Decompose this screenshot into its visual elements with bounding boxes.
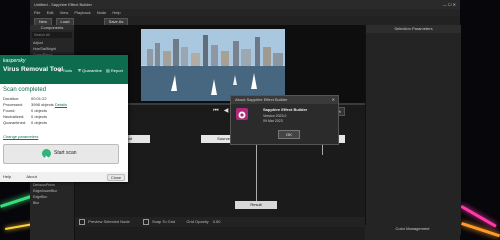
preview-checkbox[interactable] [79,218,85,225]
menu-edit[interactable]: Edit [47,10,54,15]
stat-label: Quarantined: [3,120,27,125]
scan-status: Scan completed [3,87,47,93]
scan-stats: Duration: 00:01:22 Processed: 3998 objects… [3,96,113,126]
tree-item[interactable]: Blur [30,200,74,206]
color-management-panel: Color Management [365,225,460,240]
menu-help[interactable]: Help [112,10,120,15]
title-bar: Untitled - Sapphire Effect Builder — ☐ ✕ [30,0,460,9]
about-dialog-titlebar: About Sapphire Effect Builder ✕ [231,96,338,104]
opacity-label: Grid Opacity [186,219,209,224]
about-product-name: Sapphire Effect Builder [263,107,308,112]
kaspersky-header: kaspersky Virus Removal Tool ⚙ Tools ⛨ Q… [0,55,128,84]
about-dialog: About Sapphire Effect Builder ✕ Sapphire… [230,95,339,145]
sapphire-logo-icon [236,108,248,120]
about-link[interactable]: About [26,174,36,179]
menu-view[interactable]: View [60,10,69,15]
tab-tools[interactable]: ⚙ Tools [58,68,72,73]
about-date: 09 Mar 2023 [263,119,283,123]
preview-image [141,29,285,101]
menu-bar: File Edit View Playback Node Help [30,9,460,16]
kaspersky-footer: Help About Close [0,172,128,182]
help-link[interactable]: Help [3,174,11,179]
snap-label: Snap To Grid [151,219,176,224]
stat-value: 0 objects [31,114,48,119]
close-button[interactable]: Close [107,174,125,181]
tab-report[interactable]: ▤ Report [106,68,123,73]
window-title: Untitled - Sapphire Effect Builder [34,2,92,7]
stat-value: 0 objects [31,108,48,113]
menu-playback[interactable]: Playback [74,10,90,15]
start-scan-button[interactable]: Start scan [3,144,119,164]
node-connector [256,143,257,201]
menu-file[interactable]: File [34,10,40,15]
tab-quarantine[interactable]: ⛨ Quarantine [78,68,102,73]
about-dialog-title: About Sapphire Effect Builder [235,97,288,102]
opacity-value[interactable]: 0.50 [213,219,221,224]
start-scan-label: Start scan [54,150,77,156]
details-link[interactable]: Details [55,102,67,107]
menu-node[interactable]: Node [97,10,107,15]
about-version: Version 2023.0 [263,114,287,118]
search-input[interactable]: Search All [32,32,72,38]
selection-parameters-title: Selection Parameters [366,25,461,33]
play-circle-icon [42,149,51,160]
close-icon[interactable]: ✕ [332,96,335,104]
kaspersky-brand: kaspersky [3,58,26,64]
color-management-title: Color Management [395,226,430,231]
step-back-icon[interactable]: ◀ [223,108,229,114]
window-controls[interactable]: — ☐ ✕ [443,0,456,9]
stat-value: 0 objects [31,120,48,125]
skyline-illustration [141,29,285,101]
selection-parameters-panel: Selection Parameters [365,25,461,235]
ok-button[interactable]: OK [278,130,300,139]
stat-value: 00:01:22 [31,96,47,101]
snap-checkbox[interactable] [142,218,149,225]
components-title: Components [30,25,74,30]
stat-value: 3998 objects [31,102,54,107]
skip-start-icon[interactable]: ⏮ [213,108,219,114]
preview-label: Preview Selected Node [88,219,130,224]
product-title: Virus Removal Tool [3,66,64,73]
change-parameters-link[interactable]: Change parameters [3,134,38,139]
kaspersky-window: kaspersky Virus Removal Tool ⚙ Tools ⛨ Q… [0,55,128,182]
node-result[interactable]: Result [235,201,277,209]
kaspersky-body: Scan completed Duration: 00:01:22 Process… [0,84,128,172]
toolbar: New Load Save As [30,16,460,26]
